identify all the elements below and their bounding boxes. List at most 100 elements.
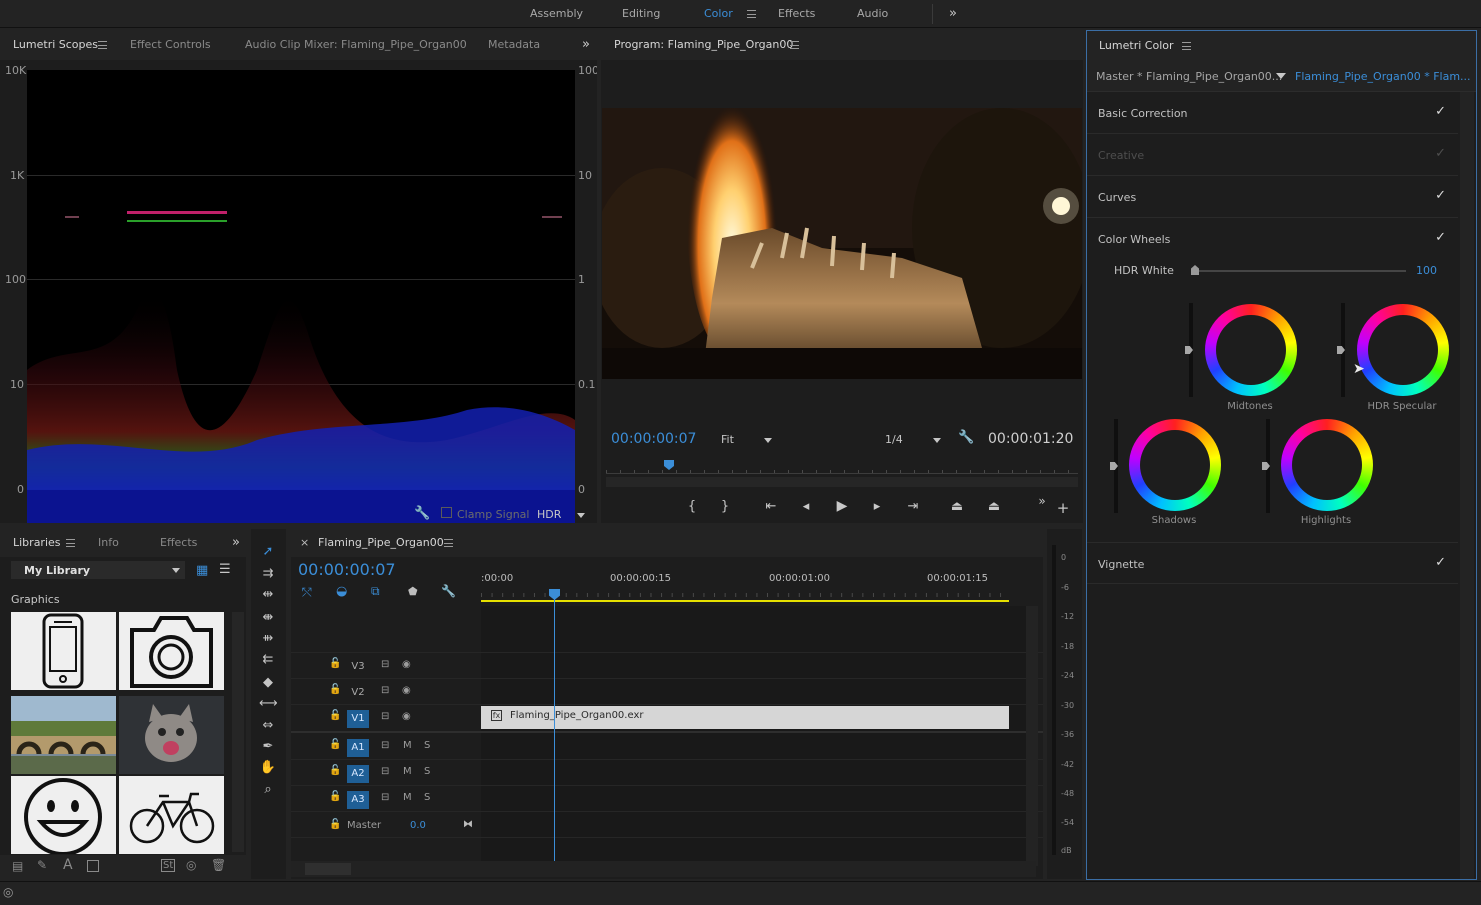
hdr-white-slider-knob[interactable] (1191, 265, 1199, 275)
sync-lock-icon[interactable]: ⊟ (381, 740, 389, 751)
wrench-icon[interactable]: 🔧 (414, 506, 430, 521)
workspace-color[interactable]: Color (704, 0, 733, 28)
track-header-v1[interactable]: 🔓 V1 ⊟ ◉ (291, 706, 481, 730)
slide-icon[interactable]: ⇔ (259, 718, 277, 733)
play-icon[interactable]: ▶ (833, 499, 851, 513)
add-color-icon[interactable]: ✎ (37, 858, 47, 872)
track-name[interactable]: A2 (347, 765, 369, 783)
workspace-editing[interactable]: Editing (622, 0, 660, 28)
hdr-specular-slider[interactable] (1337, 303, 1345, 397)
close-icon[interactable]: × (300, 529, 309, 557)
program-monitor-title[interactable]: Program: Flaming_Pipe_Organ00 (614, 30, 793, 60)
rolling-edit-icon[interactable]: ⇼ (259, 610, 277, 625)
midtones-slider[interactable] (1185, 303, 1193, 397)
highlights-wheel[interactable] (1281, 419, 1373, 511)
track-name[interactable]: A1 (347, 739, 369, 757)
mute-button[interactable]: M (403, 740, 412, 751)
highlights-slider-knob[interactable] (1262, 462, 1270, 470)
trash-icon[interactable]: 🗑 (211, 858, 226, 872)
lock-icon[interactable]: 🔓 (329, 710, 341, 721)
camera-graphic-thumbnail[interactable] (119, 612, 224, 690)
master-clip-tab[interactable]: Master * Flaming_Pipe_Organ00... (1096, 70, 1282, 83)
solo-button[interactable]: S (424, 792, 430, 803)
linked-selection-icon[interactable]: ⧉ (371, 584, 380, 599)
lift-icon[interactable]: ⏏ (948, 500, 966, 514)
timeline-horizontal-scrollbar[interactable] (291, 861, 1036, 877)
zoom-scrollbar[interactable] (606, 477, 1078, 487)
rate-stretch-icon[interactable]: ⇻ (259, 631, 277, 646)
creative-section[interactable]: Creative ✓ (1087, 134, 1458, 176)
eye-icon[interactable]: ◉ (402, 711, 411, 722)
step-back-icon[interactable]: ◂ (797, 500, 815, 514)
panel-menu-icon[interactable] (98, 41, 107, 49)
double-chevron-right-icon[interactable]: » (1033, 494, 1051, 508)
checkmark-icon[interactable]: ✓ (1435, 230, 1446, 245)
checkmark-icon[interactable]: ✓ (1435, 555, 1446, 570)
bridge-photo-thumbnail[interactable] (11, 696, 116, 774)
sync-lock-icon[interactable]: ⊟ (381, 711, 389, 722)
workspace-audio[interactable]: Audio (857, 0, 888, 28)
midtones-slider-knob[interactable] (1185, 346, 1193, 354)
tab-audio-clip-mixer[interactable]: Audio Clip Mixer: Flaming_Pipe_Organ00 (245, 30, 467, 60)
add-button-icon[interactable]: + (1054, 501, 1072, 516)
ripple-edit-icon[interactable]: ⇹ (259, 587, 277, 602)
go-to-end-icon[interactable]: ⧓ (463, 819, 473, 830)
stock-icon[interactable]: St (161, 859, 176, 872)
tab-lumetri-scopes[interactable]: Lumetri Scopes (13, 30, 98, 60)
go-to-in-icon[interactable]: ⇤ (762, 500, 780, 514)
go-to-out-icon[interactable]: ⇥ (904, 500, 922, 514)
master-volume-value[interactable]: 0.0 (410, 820, 426, 831)
lock-icon[interactable]: 🔓 (329, 819, 341, 830)
panel-menu-icon[interactable] (66, 539, 75, 547)
selection-tool-icon[interactable]: ➚ (259, 544, 277, 559)
highlights-slider[interactable] (1262, 419, 1270, 513)
workspace-menu-icon[interactable] (747, 10, 756, 18)
shadows-slider[interactable] (1110, 419, 1118, 513)
double-chevron-right-icon[interactable]: » (949, 0, 957, 28)
track-header-a3[interactable]: 🔓 A3 ⊟ M S (291, 787, 481, 811)
smiley-graphic-thumbnail[interactable] (11, 776, 116, 854)
slip-icon[interactable]: ⟷ (259, 696, 278, 711)
mark-in-icon[interactable]: { (683, 500, 701, 514)
timeline-vertical-scrollbar[interactable] (1026, 606, 1038, 866)
step-forward-icon[interactable]: ▸ (868, 500, 886, 514)
panel-menu-icon[interactable] (1182, 42, 1191, 50)
wrench-icon[interactable]: 🔧 (958, 430, 974, 445)
sequence-tab[interactable]: Flaming_Pipe_Organ00 (318, 529, 444, 557)
lock-icon[interactable]: 🔓 (329, 765, 341, 776)
eye-icon[interactable]: ◉ (402, 685, 411, 696)
shadows-wheel[interactable] (1129, 419, 1221, 511)
grid-view-icon[interactable]: ▦ (196, 563, 208, 578)
hdr-specular-slider-knob[interactable] (1337, 346, 1345, 354)
panel-menu-icon[interactable] (444, 539, 453, 547)
tab-info[interactable]: Info (98, 529, 119, 557)
solo-button[interactable]: S (424, 740, 430, 751)
timeline-clip[interactable]: fx Flaming_Pipe_Organ00.exr (481, 706, 1009, 729)
panel-menu-icon[interactable] (790, 41, 799, 49)
tab-libraries[interactable]: Libraries (13, 529, 61, 557)
lock-icon[interactable]: 🔓 (329, 684, 341, 695)
mute-button[interactable]: M (403, 792, 412, 803)
zoom-icon[interactable]: ⌕ (259, 782, 277, 797)
hdr-specular-wheel[interactable] (1357, 304, 1449, 396)
add-graphic-icon[interactable] (87, 860, 99, 872)
eye-icon[interactable]: ◉ (402, 659, 411, 670)
fit-dropdown[interactable]: Fit (721, 433, 772, 446)
track-select-icon[interactable]: ⇉ (259, 566, 277, 581)
track-header-a2[interactable]: 🔓 A2 ⊟ M S (291, 761, 481, 785)
resolution-dropdown[interactable]: 1/4 (885, 433, 941, 446)
track-name[interactable]: V2 (347, 684, 369, 702)
work-area-bar[interactable] (481, 600, 1009, 602)
add-text-icon[interactable]: A (63, 857, 73, 873)
creative-cloud-icon[interactable]: ◎ (3, 885, 13, 899)
track-header-v2[interactable]: 🔓 V2 ⊟ ◉ (291, 680, 481, 704)
nest-icon[interactable]: ⤲ (302, 585, 312, 600)
pen-icon[interactable]: ✒ (259, 739, 277, 754)
marker-icon[interactable]: ⬟ (408, 585, 418, 598)
sync-lock-icon[interactable]: ⊟ (381, 685, 389, 696)
phone-graphic-thumbnail[interactable] (11, 612, 116, 690)
track-select-backward-icon[interactable]: ⇇ (259, 652, 277, 667)
fx-badge-icon[interactable]: fx (491, 710, 502, 721)
lock-icon[interactable]: 🔓 (329, 658, 341, 669)
track-header-a1[interactable]: 🔓 A1 ⊟ M S (291, 735, 481, 759)
